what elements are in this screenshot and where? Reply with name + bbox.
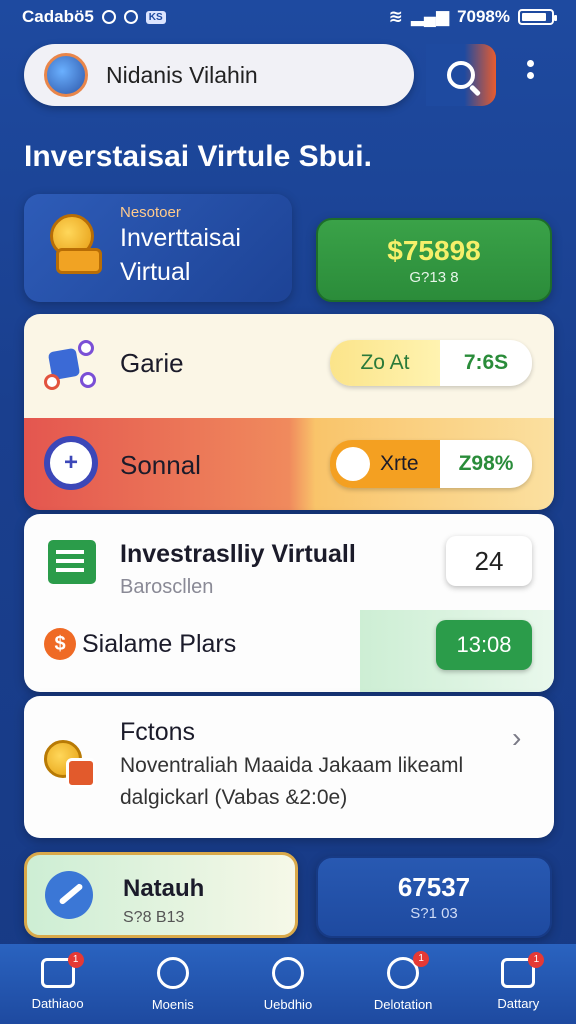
nav-item-home[interactable]: 1 Dathiaoo	[8, 951, 108, 1011]
nav-label: Uebdhio	[263, 996, 313, 1012]
investment-subtitle: Baroscllen	[120, 576, 214, 598]
nav-item-notifications[interactable]: 1 Delotation	[353, 950, 453, 1012]
game-sonal-card: Garie Zo At 7:6S + Sonnal Xrte Z98%	[24, 314, 554, 510]
status-bar: Cadabö5 KS ≋ ▂▄▆ 7098%	[0, 0, 576, 34]
game-pill-right: 7:6S	[440, 340, 532, 386]
sonal-label: Sonnal	[120, 450, 201, 480]
pen-icon	[45, 871, 93, 919]
signal-icon: ▂▄▆	[410, 7, 450, 26]
virtual-investment-card[interactable]: Nesotoer Inverttaisai Virtual	[24, 194, 292, 302]
investment-card[interactable]: Investraslliy Virtuall Baroscllen 24 $ S…	[24, 514, 554, 692]
more-icon	[526, 60, 534, 67]
avatar[interactable]	[44, 53, 88, 97]
plan-label: Sialame Plars	[82, 630, 237, 658]
nav-label: Dathiaoo	[31, 995, 84, 1011]
game-pill-left: Zo At	[330, 340, 440, 386]
sonal-pill-right: Z98%	[440, 440, 532, 488]
game-pill[interactable]: Zo At 7:6S	[330, 340, 532, 386]
status-dot-icon	[123, 10, 138, 24]
battery-percent: 7098%	[457, 7, 510, 26]
game-icon	[44, 338, 100, 394]
sonal-row[interactable]: + Sonnal Xrte Z98%	[24, 418, 554, 510]
stat-sub: S?1 03	[410, 905, 458, 922]
transfer-icon	[271, 956, 304, 989]
game-label: Garie	[120, 348, 184, 378]
battery-icon	[518, 9, 557, 25]
nav-label: Dattary	[497, 995, 540, 1011]
stat-card[interactable]: 67537 S?1 03	[316, 856, 552, 938]
search-icon	[447, 61, 475, 89]
dollar-icon: $	[44, 628, 76, 660]
wifi-icon: ≋	[388, 7, 403, 26]
game-row[interactable]: Garie Zo At 7:6S	[24, 314, 554, 418]
coin-stack-icon	[46, 214, 108, 276]
nav-badge: 1	[413, 950, 430, 967]
nav-badge: 1	[528, 951, 545, 968]
nav-item-transfer[interactable]: Uebdhio	[238, 956, 338, 1012]
focus-description: Noventraliah Maaida Jakaam likeaml	[120, 754, 464, 777]
status-tag: KS	[145, 10, 166, 24]
toggle-knob	[336, 447, 370, 481]
chart-icon	[48, 540, 96, 584]
nav-label: Moenis	[151, 996, 194, 1012]
focus-detail: dalgickarl (Vabas &2:0e)	[120, 786, 348, 809]
natauh-sub: S?8 B13	[123, 909, 185, 926]
stat-value: 67537	[397, 872, 471, 902]
focus-card[interactable]: Fctons Noventraliah Maaida Jakaam likeam…	[24, 696, 554, 838]
money-icon	[44, 740, 100, 792]
time-button[interactable]: 13:08	[436, 620, 532, 670]
chat-icon: +	[44, 436, 98, 490]
nav-label: Delotation	[373, 996, 433, 1012]
virtual-card-title-1: Inverttaisai	[120, 224, 241, 252]
search-button[interactable]	[426, 44, 496, 106]
search-input[interactable]: Nidanis Vilahin	[106, 62, 258, 89]
search-bar[interactable]: Nidanis Vilahin	[24, 44, 414, 106]
status-dot-icon	[101, 10, 116, 24]
nav-item-wallet[interactable]: 1 Dattary	[468, 951, 568, 1011]
balance-value: $75898	[387, 234, 481, 266]
balance-sub: G?13 8	[409, 268, 459, 286]
nav-badge: 1	[67, 951, 84, 968]
natauh-card[interactable]: Natauh S?8 B13	[24, 852, 298, 938]
search-nav-icon	[156, 956, 189, 989]
sonal-toggle[interactable]: Xrte Z98%	[330, 440, 532, 488]
status-carrier: Cadabö5	[22, 7, 94, 26]
sonal-pill-left: Xrte	[380, 452, 419, 475]
virtual-card-kicker: Nesotoer	[120, 204, 181, 221]
balance-card[interactable]: $75898 G?13 8	[316, 218, 552, 302]
chevron-right-icon[interactable]: ›	[512, 722, 521, 754]
page-title: Inverstaisai Virtule Sbui.	[24, 140, 372, 173]
investment-count[interactable]: 24	[446, 536, 532, 586]
more-icon	[526, 72, 534, 79]
nav-item-search[interactable]: Moenis	[123, 956, 223, 1012]
investment-title: Investraslliy Virtuall	[120, 540, 356, 568]
focus-title: Fctons	[120, 718, 196, 746]
virtual-card-title-2: Virtual	[120, 258, 191, 286]
natauh-title: Natauh	[123, 875, 205, 902]
more-options-button[interactable]	[518, 60, 542, 94]
bottom-nav: 1 Dathiaoo Moenis Uebdhio 1 Delotation 1…	[0, 944, 576, 1024]
